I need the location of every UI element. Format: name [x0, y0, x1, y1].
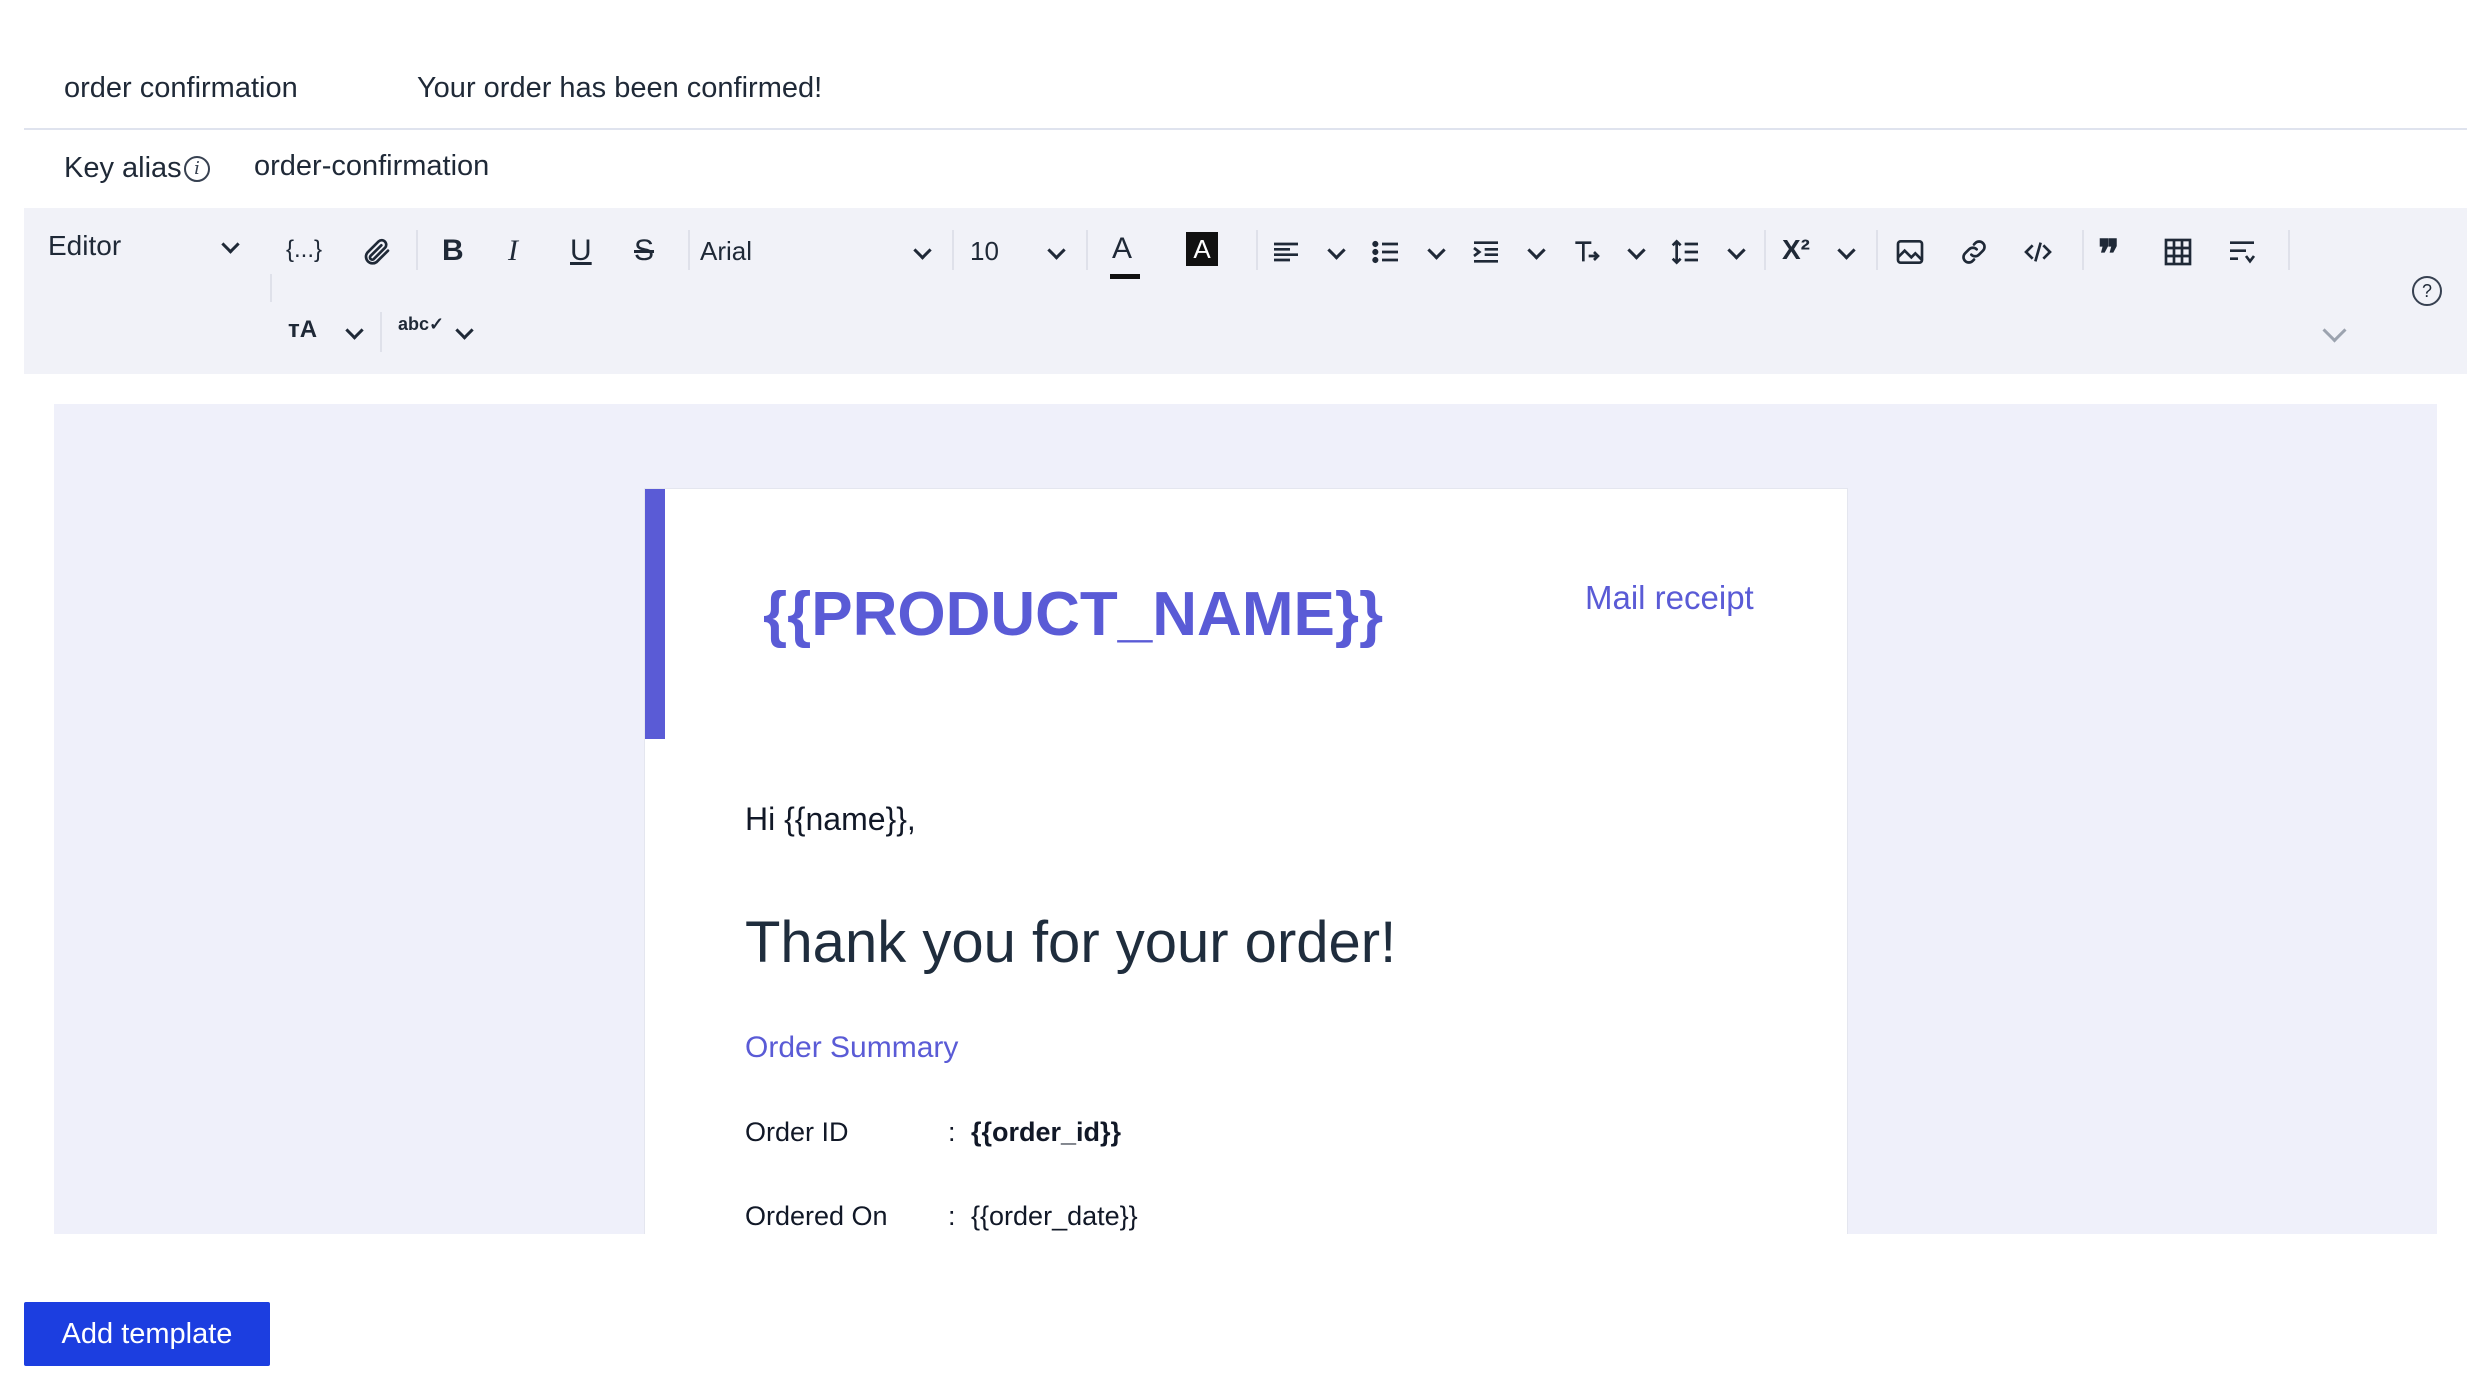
- chevron-down-icon[interactable]: [1727, 241, 1746, 260]
- chevron-down-icon[interactable]: [1047, 241, 1066, 260]
- highlight-color-button[interactable]: A: [1186, 232, 1218, 266]
- greeting-text: Hi {{name}},: [745, 801, 916, 837]
- toolbar-separator: [1086, 230, 1088, 270]
- image-icon[interactable]: [1894, 236, 1926, 268]
- italic-button[interactable]: I: [508, 234, 518, 268]
- chevron-down-icon[interactable]: [345, 321, 364, 340]
- strikethrough-button[interactable]: S: [634, 234, 654, 268]
- chevron-down-icon[interactable]: [1527, 241, 1546, 260]
- toolbar-separator: [2288, 230, 2290, 270]
- toolbar-separator: [1876, 230, 1878, 270]
- chevron-down-icon[interactable]: [1327, 241, 1346, 260]
- key-alias-label: Key alias: [64, 152, 182, 184]
- toolbar-separator: [380, 312, 382, 352]
- editor-toolbar: Editor {...} B I U S Arial 10 A A X² ❞ ?…: [24, 208, 2467, 374]
- align-left-icon[interactable]: [1270, 236, 1302, 268]
- indent-icon[interactable]: [1470, 236, 1502, 268]
- font-size-select[interactable]: 10: [970, 236, 999, 267]
- toolbar-separator: [1256, 230, 1258, 270]
- key-alias-input[interactable]: [254, 144, 1154, 188]
- field-separator: :: [948, 1117, 956, 1147]
- attachment-icon[interactable]: [360, 236, 392, 268]
- toolbar-separator: [416, 230, 418, 270]
- template-subject[interactable]: Your order has been confirmed!: [417, 72, 822, 105]
- email-preview: {{PRODUCT_NAME}} Mail receipt Hi {{name}…: [644, 488, 1848, 1234]
- chevron-down-icon[interactable]: [1837, 241, 1856, 260]
- toolbar-separator: [952, 230, 954, 270]
- template-name[interactable]: order confirmation: [64, 72, 298, 105]
- mail-receipt-link[interactable]: Mail receipt: [1585, 579, 1754, 617]
- key-alias-row: Key alias i: [24, 132, 2467, 208]
- code-icon[interactable]: [2022, 236, 2054, 268]
- line-height-icon[interactable]: [1670, 236, 1702, 268]
- product-name: {{PRODUCT_NAME}}: [763, 580, 1384, 649]
- editor-canvas[interactable]: {{PRODUCT_NAME}} Mail receipt Hi {{name}…: [54, 404, 2437, 1234]
- chevron-down-icon[interactable]: [1427, 241, 1446, 260]
- clear-format-icon[interactable]: [1570, 236, 1602, 268]
- chevron-down-icon[interactable]: [1627, 241, 1646, 260]
- toolbar-separator: [1764, 230, 1766, 270]
- field-separator: :: [948, 1201, 956, 1231]
- toolbar-separator: [688, 230, 690, 270]
- table-icon[interactable]: [2162, 236, 2194, 268]
- expand-toolbar-icon[interactable]: [2322, 318, 2347, 343]
- chevron-down-icon[interactable]: [913, 241, 932, 260]
- field-label: Order ID: [745, 1117, 849, 1147]
- info-icon[interactable]: i: [184, 156, 210, 182]
- underline-button[interactable]: U: [570, 234, 592, 268]
- order-summary-title: Order Summary: [745, 1031, 959, 1064]
- bullet-list-icon[interactable]: [1370, 236, 1402, 268]
- field-value: {{order_id}}: [971, 1117, 1122, 1147]
- field-value: {{order_date}}: [971, 1201, 1138, 1231]
- text-case-icon[interactable]: ᴛA: [288, 316, 317, 344]
- superscript-button[interactable]: X²: [1782, 234, 1810, 266]
- help-icon[interactable]: ?: [2412, 276, 2442, 306]
- insert-variable-button[interactable]: {...}: [286, 236, 322, 264]
- blockquote-icon[interactable]: ❞: [2098, 232, 2120, 278]
- toolbar-separator: [2082, 230, 2084, 270]
- chevron-down-icon[interactable]: [455, 321, 474, 340]
- text-color-indicator: [1110, 274, 1140, 279]
- font-family-select[interactable]: Arial: [700, 236, 752, 267]
- spellcheck-icon[interactable]: abc✓: [398, 314, 444, 335]
- template-header-row: order confirmation Your order has been c…: [24, 48, 2467, 130]
- bold-button[interactable]: B: [442, 234, 464, 268]
- accent-bar: [645, 489, 665, 739]
- toolbar-separator: [270, 274, 272, 302]
- text-color-button[interactable]: A: [1112, 232, 1132, 266]
- link-icon[interactable]: [1958, 236, 1990, 268]
- editor-mode-select[interactable]: Editor: [48, 230, 121, 262]
- chevron-down-icon[interactable]: [221, 235, 240, 254]
- text-direction-icon[interactable]: [2226, 236, 2258, 268]
- add-template-button[interactable]: Add template: [24, 1302, 270, 1366]
- field-label: Ordered On: [745, 1201, 888, 1231]
- headline-text: Thank you for your order!: [745, 910, 1397, 975]
